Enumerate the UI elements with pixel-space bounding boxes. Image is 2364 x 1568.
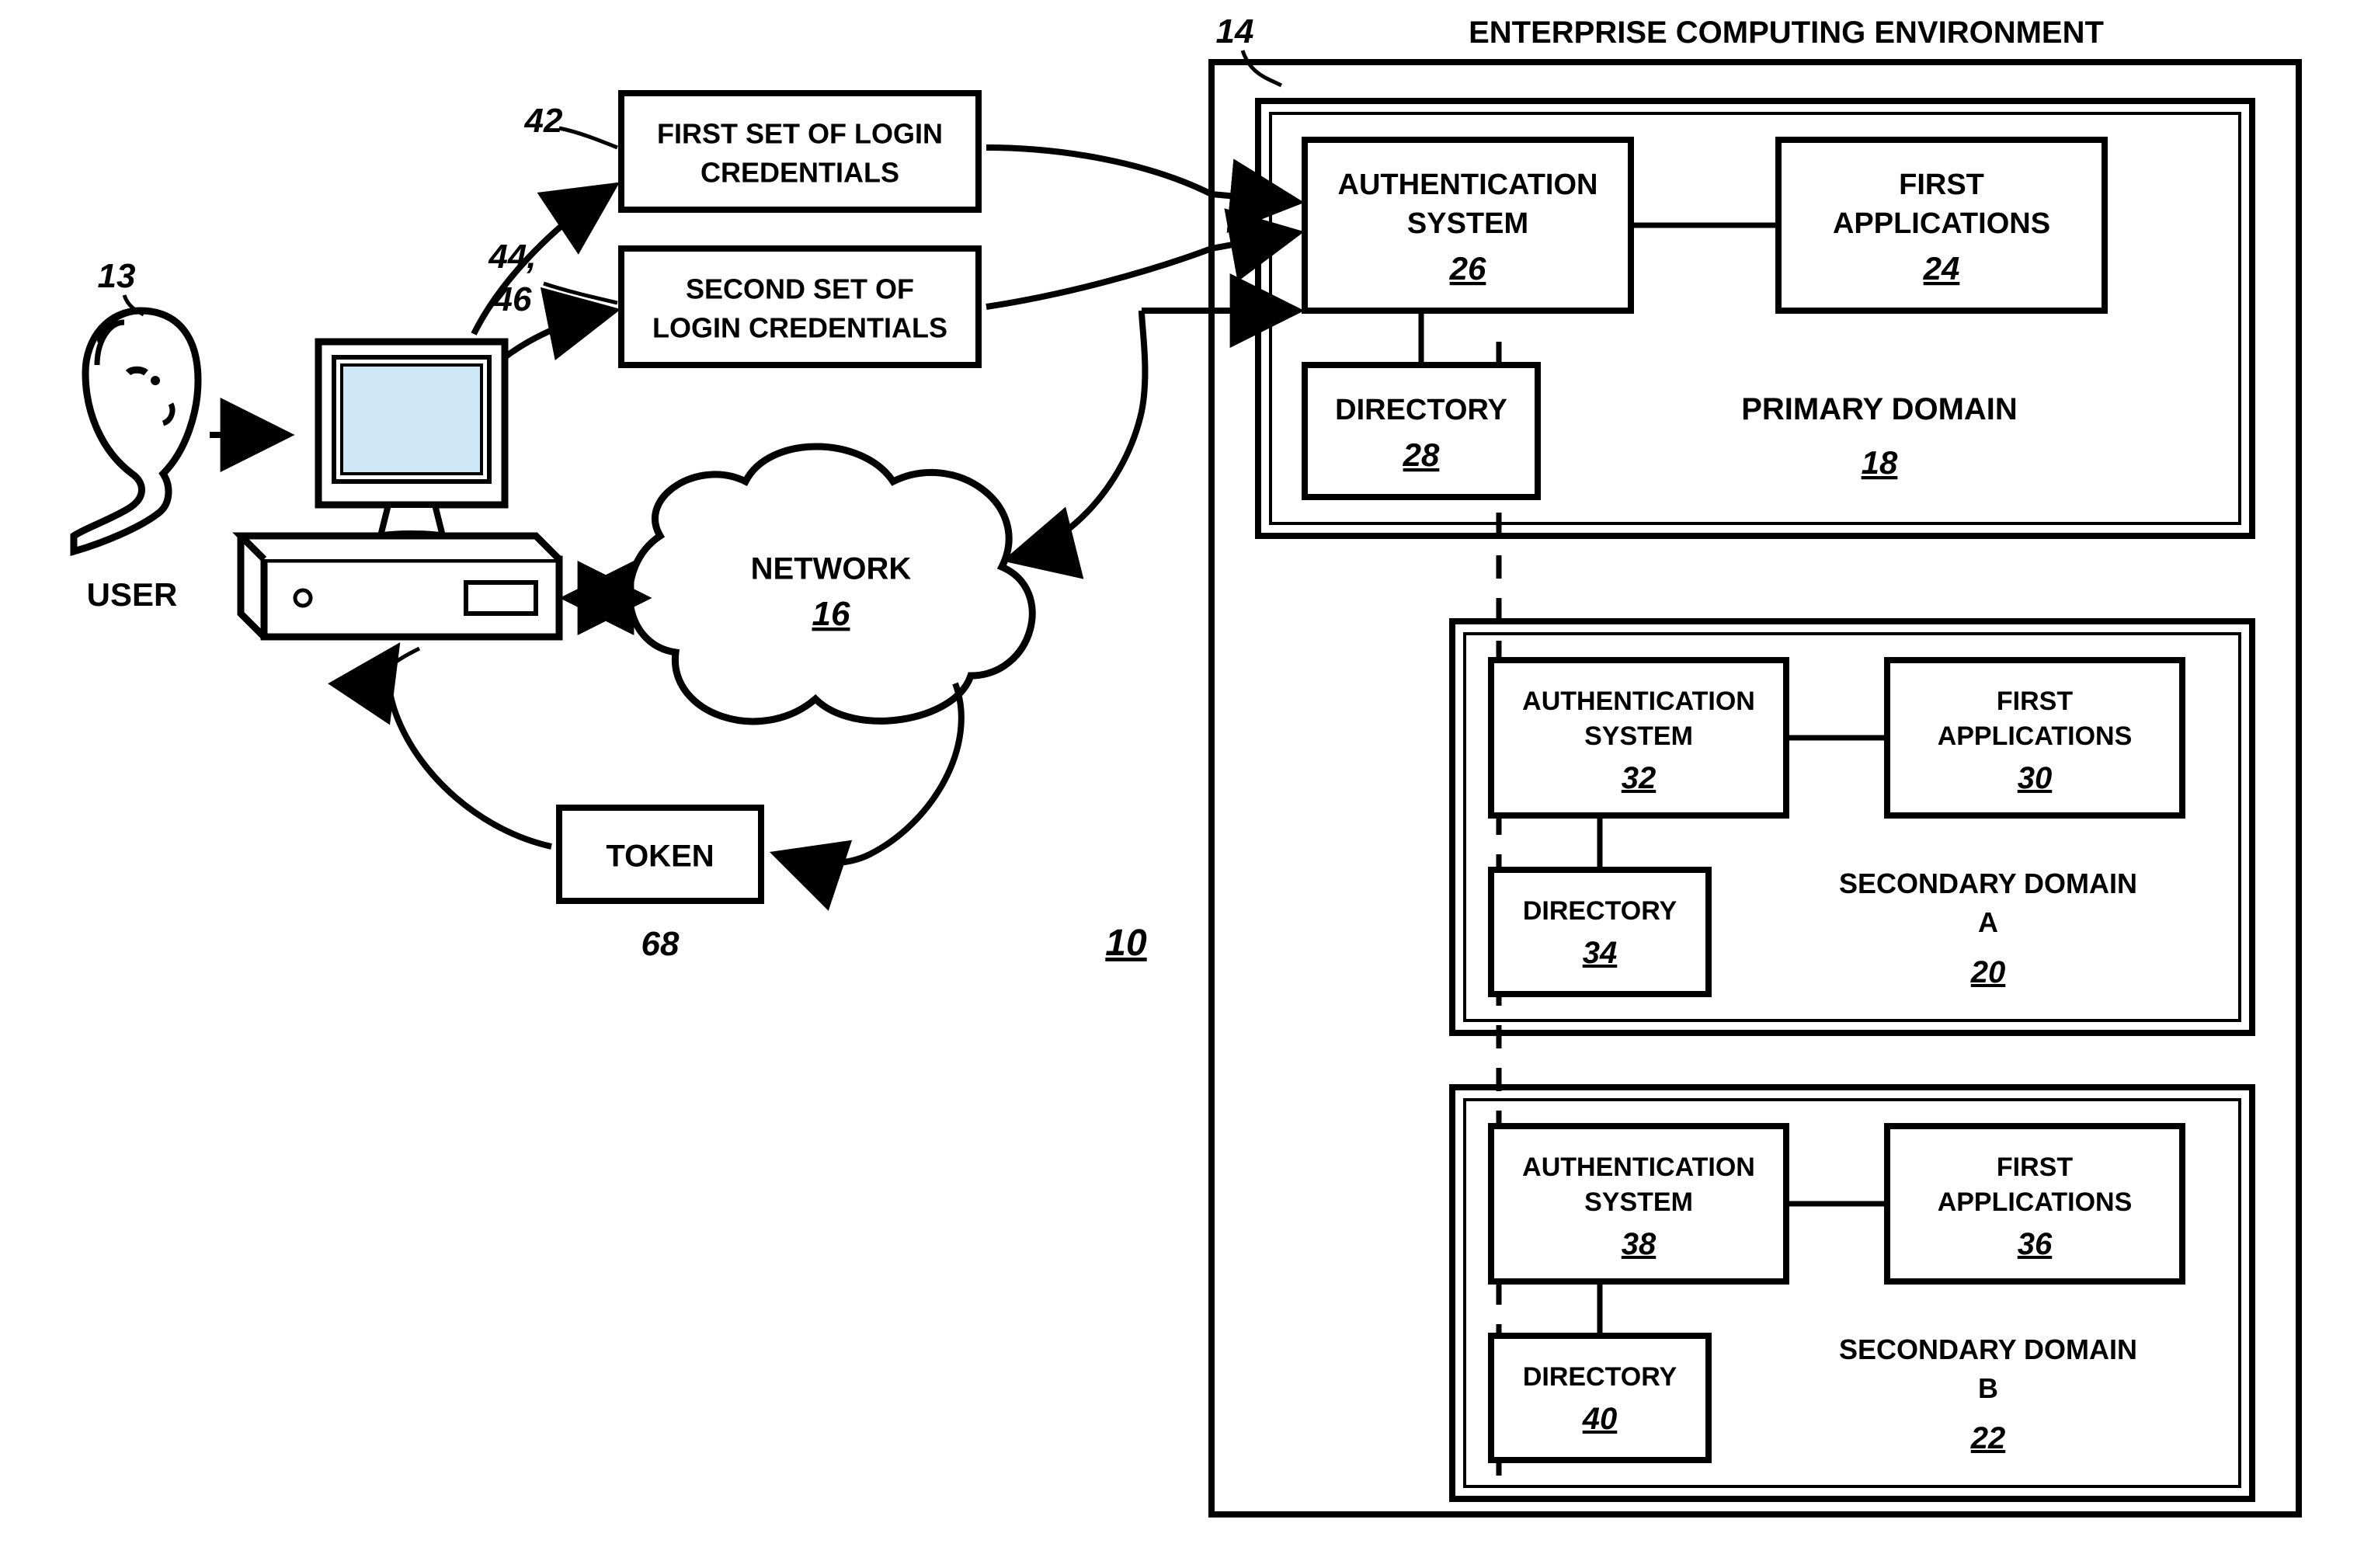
secondary-domain-a: AUTHENTICATION SYSTEM 32 FIRST APPLICATI… xyxy=(1452,621,2252,1033)
svg-text:DIRECTORY: DIRECTORY xyxy=(1335,394,1507,426)
diagram-root: ENTERPRISE COMPUTING ENVIRONMENT 14 AUTH… xyxy=(0,0,2364,1568)
user-icon xyxy=(74,311,198,551)
svg-text:36: 36 xyxy=(2018,1227,2053,1261)
enterprise-title: ENTERPRISE COMPUTING ENVIRONMENT xyxy=(1469,16,2104,50)
directory-primary xyxy=(1305,365,1538,497)
svg-text:A: A xyxy=(1978,906,1998,938)
svg-text:DIRECTORY: DIRECTORY xyxy=(1523,896,1677,926)
svg-text:20: 20 xyxy=(1970,955,2006,989)
svg-text:16: 16 xyxy=(812,595,850,633)
svg-text:PRIMARY DOMAIN: PRIMARY DOMAIN xyxy=(1741,392,2018,426)
svg-text:AUTHENTICATION: AUTHENTICATION xyxy=(1522,687,1755,716)
svg-text:CREDENTIALS: CREDENTIALS xyxy=(701,157,899,189)
computer-icon xyxy=(241,342,559,637)
svg-text:TOKEN: TOKEN xyxy=(606,840,714,874)
svg-text:38: 38 xyxy=(1622,1227,1657,1261)
svg-text:30: 30 xyxy=(2018,761,2053,795)
ref-token: 68 xyxy=(641,925,680,963)
network-cloud: NETWORK 16 xyxy=(630,447,1033,721)
svg-text:22: 22 xyxy=(1970,1421,2006,1455)
svg-text:LOGIN CREDENTIALS: LOGIN CREDENTIALS xyxy=(652,312,947,344)
svg-text:26: 26 xyxy=(1449,250,1486,287)
primary-domain: AUTHENTICATION SYSTEM 26 FIRST APPLICATI… xyxy=(1258,101,2252,536)
svg-text:SYSTEM: SYSTEM xyxy=(1407,207,1528,240)
svg-text:DIRECTORY: DIRECTORY xyxy=(1523,1362,1677,1392)
svg-text:18: 18 xyxy=(1862,444,1898,481)
svg-text:32: 32 xyxy=(1622,761,1657,795)
ref-second-login-b: 46 xyxy=(493,280,532,318)
svg-text:FIRST: FIRST xyxy=(1997,687,2073,716)
secondary-domain-b: AUTHENTICATION SYSTEM 38 FIRST APPLICATI… xyxy=(1452,1087,2252,1499)
svg-text:24: 24 xyxy=(1923,250,1960,287)
svg-text:AUTHENTICATION: AUTHENTICATION xyxy=(1522,1153,1755,1182)
svg-text:FIRST: FIRST xyxy=(1899,169,1984,201)
svg-text:NETWORK: NETWORK xyxy=(751,552,912,586)
svg-text:FIRST SET OF LOGIN: FIRST SET OF LOGIN xyxy=(657,118,943,150)
directory-b xyxy=(1491,1336,1709,1460)
svg-text:APPLICATIONS: APPLICATIONS xyxy=(1938,721,2133,751)
svg-text:B: B xyxy=(1978,1372,1998,1404)
svg-text:AUTHENTICATION: AUTHENTICATION xyxy=(1338,169,1598,201)
svg-text:SECOND SET OF: SECOND SET OF xyxy=(686,273,914,305)
first-login-box: FIRST SET OF LOGIN CREDENTIALS 42 xyxy=(524,93,979,210)
svg-text:28: 28 xyxy=(1403,436,1440,473)
ref-first-login: 42 xyxy=(524,102,563,140)
token-box: TOKEN 68 xyxy=(559,808,761,963)
arrow-network-to-enterprise xyxy=(1010,311,1145,559)
arrow-firstlogin-auth xyxy=(986,148,1297,202)
svg-text:APPLICATIONS: APPLICATIONS xyxy=(1833,207,2050,240)
svg-text:SYSTEM: SYSTEM xyxy=(1584,1187,1693,1217)
svg-text:34: 34 xyxy=(1583,936,1618,970)
svg-text:SYSTEM: SYSTEM xyxy=(1584,721,1693,751)
second-login-box: SECOND SET OF LOGIN CREDENTIALS 44, 46 xyxy=(488,238,979,365)
svg-text:40: 40 xyxy=(1582,1402,1618,1436)
svg-text:SECONDARY DOMAIN: SECONDARY DOMAIN xyxy=(1839,867,2137,899)
arrow-token-computer xyxy=(389,648,551,847)
arrow-secondlogin-auth xyxy=(986,233,1297,307)
user-group: USER 13 12 xyxy=(74,257,559,707)
ref-user: 13 xyxy=(98,257,136,295)
directory-a xyxy=(1491,870,1709,994)
svg-text:FIRST: FIRST xyxy=(1997,1153,2073,1182)
ref-overall: 10 xyxy=(1105,923,1147,964)
user-label: USER xyxy=(87,576,178,613)
svg-text:SECONDARY DOMAIN: SECONDARY DOMAIN xyxy=(1839,1333,2137,1365)
svg-text:APPLICATIONS: APPLICATIONS xyxy=(1938,1187,2133,1217)
ref-enterprise: 14 xyxy=(1216,12,1254,50)
